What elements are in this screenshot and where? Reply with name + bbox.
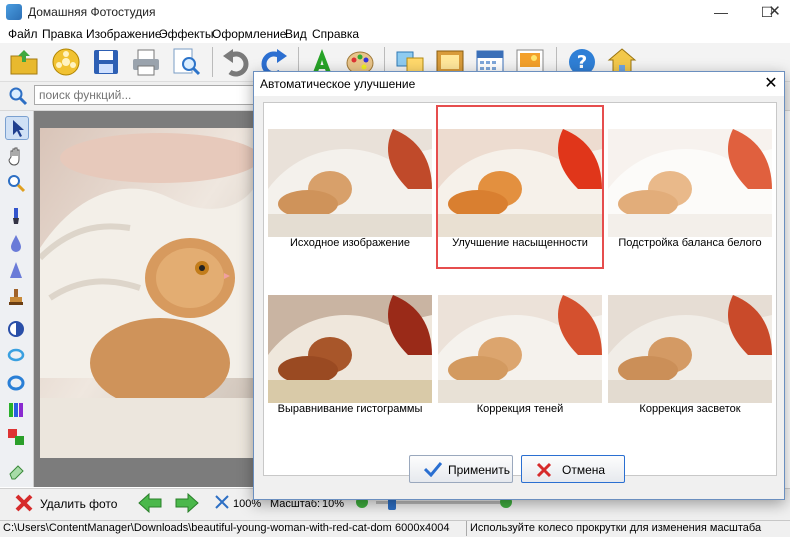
save-icon[interactable] [90,46,122,78]
lasso-icon[interactable] [5,345,27,367]
option-histogram[interactable]: Выравнивание гистограммы [266,271,434,435]
hand-tool-icon[interactable] [5,145,27,167]
vignette-icon[interactable] [5,372,27,394]
thumbnail-white-balance [608,129,772,237]
stamp-tool-icon[interactable] [5,286,27,308]
cancel-button[interactable]: Отмена [521,455,625,483]
menu-design[interactable]: Оформление [212,27,286,41]
window-title: Домашняя Фотостудия [28,5,156,19]
pointer-tool[interactable] [5,116,29,140]
apply-button[interactable]: Применить [409,455,513,483]
cursor-icon [13,120,24,137]
search-icon [9,87,28,106]
preview-icon[interactable] [170,46,202,78]
thumbnail-highlights [608,295,772,403]
option-highlights[interactable]: Коррекция засветок [606,271,774,435]
enhancement-options-grid: Исходное изображение Улучшение насыщенно… [263,102,777,476]
fit-zoom-icon[interactable] [214,494,230,510]
replace-color-icon[interactable] [5,426,27,448]
menu-effects[interactable]: Эффекты [159,27,214,41]
option-label: Исходное изображение [290,237,410,249]
next-photo-icon[interactable] [175,493,199,513]
status-hint: Используйте колесо прокрутки для изменен… [470,522,762,534]
status-divider [466,521,467,536]
checkmark-icon [424,462,442,477]
menu-edit[interactable]: Правка [42,27,83,41]
eraser-icon[interactable] [5,460,27,482]
option-original[interactable]: Исходное изображение [266,105,434,269]
thumbnail-shadows [438,295,602,403]
option-label: Улучшение насыщенности [452,237,588,249]
main-photo[interactable] [40,128,254,458]
zoom-tool-icon[interactable] [5,172,27,194]
svg-text:?: ? [577,52,587,73]
sharpen-icon[interactable] [5,259,27,281]
color-levels-icon[interactable] [5,399,27,421]
blur-drop-icon[interactable] [5,232,27,254]
menu-help[interactable]: Справка [312,27,359,41]
option-saturation[interactable]: Улучшение насыщенности [436,105,604,269]
contrast-icon[interactable] [5,318,27,340]
thumbnail-saturation [438,129,602,237]
delete-icon[interactable] [14,493,34,513]
minimize-icon[interactable]: — [698,0,744,24]
menu-file[interactable]: Файл [8,27,38,41]
delete-photo-button[interactable]: Удалить фото [40,497,117,511]
app-icon [6,4,22,20]
print-icon[interactable] [130,46,162,78]
close-icon[interactable]: ✕ [759,0,790,24]
cross-icon [536,462,552,478]
film-reel-icon[interactable] [50,46,82,78]
thumbnail-original [268,129,432,237]
option-label: Подстройка баланса белого [618,237,762,249]
option-label: Выравнивание гистограммы [277,403,423,415]
thumbnail-histogram [268,295,432,403]
menu-view[interactable]: Вид [285,27,307,41]
option-shadows[interactable]: Коррекция теней [436,271,604,435]
option-white-balance[interactable]: Подстройка баланса белого [606,105,774,269]
auto-enhance-dialog: Автоматическое улучшение ✕ Исходное изоб… [253,71,785,500]
undo-icon[interactable] [220,46,252,78]
status-file-path: C:\Users\ContentManager\Downloads\beauti… [3,522,391,534]
menu-image[interactable]: Изображение [86,27,162,41]
status-image-dims: 6000x4004 [395,522,450,534]
option-label: Коррекция засветок [639,403,741,415]
previous-photo-icon[interactable] [138,493,162,513]
cancel-label: Отмена [562,463,606,477]
dialog-close-icon[interactable]: ✕ [758,72,784,96]
dialog-title: Автоматическое улучшение [260,77,416,91]
open-folder-icon[interactable] [8,46,40,78]
brush-tool-icon[interactable] [5,205,27,227]
option-label: Коррекция теней [476,403,564,415]
apply-label: Применить [448,463,511,477]
toolbar-separator [212,47,213,77]
